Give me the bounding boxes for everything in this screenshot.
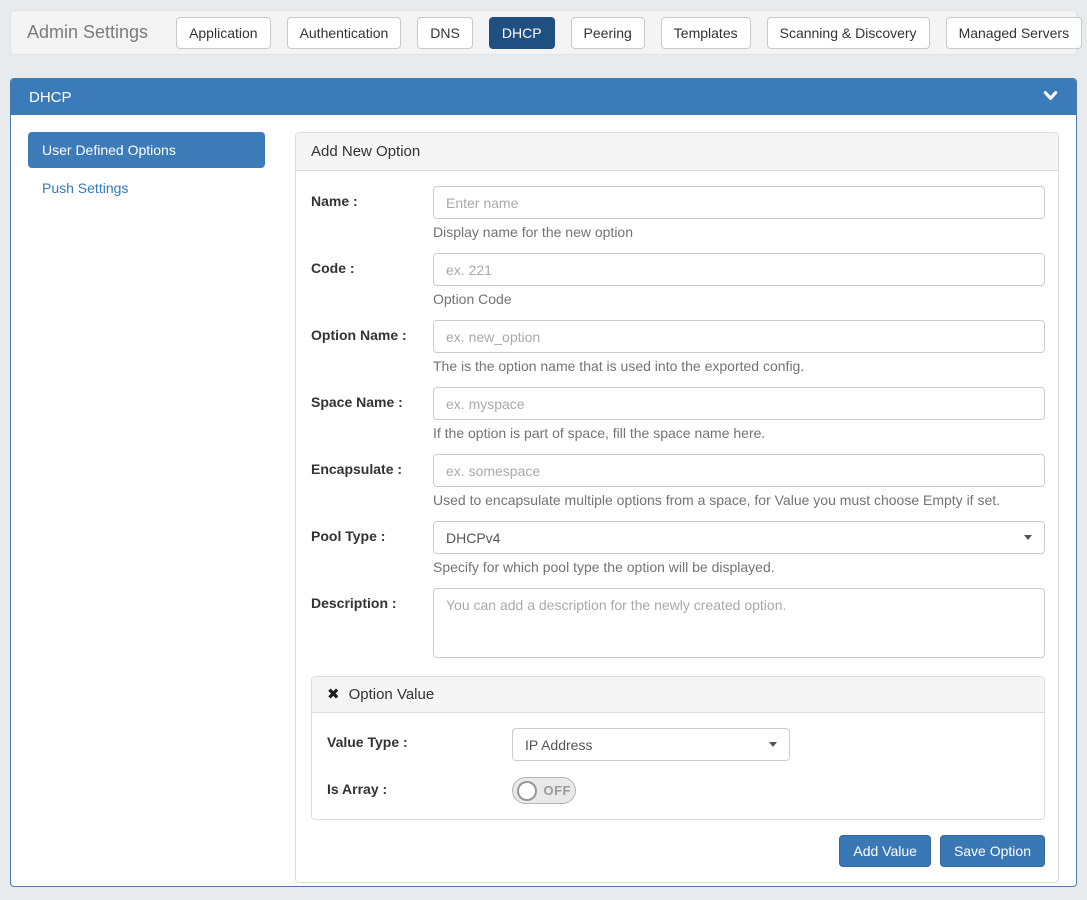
encapsulate-help-text: Used to encapsulate multiple options fro… bbox=[433, 492, 1045, 508]
value-type-selected-value: IP Address bbox=[525, 737, 592, 753]
name-input[interactable] bbox=[433, 186, 1045, 219]
dhcp-sidebar: User Defined Options Push Settings bbox=[28, 132, 265, 883]
add-new-option-panel: Add New Option Name : Display name for t… bbox=[295, 132, 1059, 883]
dhcp-panel: DHCP User Defined Options Push Settings … bbox=[10, 78, 1077, 887]
page-title: Admin Settings bbox=[27, 22, 148, 43]
description-textarea[interactable] bbox=[433, 588, 1045, 658]
tab-application[interactable]: Application bbox=[176, 17, 271, 49]
pool-type-label: Pool Type : bbox=[311, 521, 433, 575]
caret-down-icon bbox=[769, 742, 777, 747]
dhcp-panel-header: DHCP bbox=[11, 79, 1076, 115]
form-row-pool-type: Pool Type : DHCPv4 Specify for which poo… bbox=[311, 521, 1045, 575]
form-row-space-name: Space Name : If the option is part of sp… bbox=[311, 387, 1045, 441]
form-actions: Add Value Save Option bbox=[311, 835, 1045, 867]
form-row-description: Description : bbox=[311, 588, 1045, 663]
save-option-button[interactable]: Save Option bbox=[940, 835, 1045, 867]
add-value-button[interactable]: Add Value bbox=[839, 835, 931, 867]
option-name-label: Option Name : bbox=[311, 320, 433, 374]
dhcp-content: Add New Option Name : Display name for t… bbox=[295, 132, 1059, 883]
option-name-input[interactable] bbox=[433, 320, 1045, 353]
settings-tabs: Application Authentication DNS DHCP Peer… bbox=[176, 17, 1082, 49]
form-row-encapsulate: Encapsulate : Used to encapsulate multip… bbox=[311, 454, 1045, 508]
collapse-panel-button[interactable] bbox=[1043, 89, 1058, 106]
option-value-panel: ✖ Option Value Value Type : IP Address bbox=[311, 676, 1045, 820]
pool-type-select[interactable]: DHCPv4 bbox=[433, 521, 1045, 554]
option-value-header: ✖ Option Value bbox=[312, 677, 1044, 713]
encapsulate-label: Encapsulate : bbox=[311, 454, 433, 508]
tab-dns[interactable]: DNS bbox=[417, 17, 473, 49]
dhcp-panel-title: DHCP bbox=[29, 89, 72, 106]
code-label: Code : bbox=[311, 253, 433, 307]
is-array-toggle[interactable]: OFF bbox=[512, 777, 576, 804]
form-row-name: Name : Display name for the new option bbox=[311, 186, 1045, 240]
option-name-help-text: The is the option name that is used into… bbox=[433, 358, 1045, 374]
tab-scanning-discovery[interactable]: Scanning & Discovery bbox=[767, 17, 930, 49]
tab-peering[interactable]: Peering bbox=[571, 17, 645, 49]
chevron-down-icon bbox=[1043, 89, 1058, 106]
sidebar-item-user-defined-options[interactable]: User Defined Options bbox=[28, 132, 265, 168]
option-value-title: Option Value bbox=[349, 686, 435, 703]
form-row-code: Code : Option Code bbox=[311, 253, 1045, 307]
toggle-state-label: OFF bbox=[544, 783, 572, 798]
add-new-option-title: Add New Option bbox=[296, 133, 1058, 171]
tab-dhcp[interactable]: DHCP bbox=[489, 17, 555, 49]
pool-type-help-text: Specify for which pool type the option w… bbox=[433, 559, 1045, 575]
add-new-option-form: Name : Display name for the new option C… bbox=[296, 171, 1058, 882]
code-help-text: Option Code bbox=[433, 291, 1045, 307]
space-name-help-text: If the option is part of space, fill the… bbox=[433, 425, 1045, 441]
form-row-is-array: Is Array : OFF bbox=[327, 775, 1029, 804]
space-name-input[interactable] bbox=[433, 387, 1045, 420]
admin-settings-header: Admin Settings Application Authenticatio… bbox=[10, 10, 1077, 55]
toggle-knob bbox=[517, 781, 537, 801]
pool-type-selected-value: DHCPv4 bbox=[446, 530, 500, 546]
dhcp-panel-body: User Defined Options Push Settings Add N… bbox=[11, 115, 1076, 900]
tab-managed-servers[interactable]: Managed Servers bbox=[946, 17, 1083, 49]
description-label: Description : bbox=[311, 588, 433, 663]
form-row-option-name: Option Name : The is the option name tha… bbox=[311, 320, 1045, 374]
name-label: Name : bbox=[311, 186, 433, 240]
option-value-body: Value Type : IP Address Is Array : bbox=[312, 713, 1044, 819]
code-input[interactable] bbox=[433, 253, 1045, 286]
caret-down-icon bbox=[1024, 535, 1032, 540]
is-array-label: Is Array : bbox=[327, 775, 512, 797]
value-type-select[interactable]: IP Address bbox=[512, 728, 790, 761]
name-help-text: Display name for the new option bbox=[433, 224, 1045, 240]
tab-templates[interactable]: Templates bbox=[661, 17, 751, 49]
space-name-label: Space Name : bbox=[311, 387, 433, 441]
sidebar-item-push-settings[interactable]: Push Settings bbox=[28, 170, 265, 206]
form-row-value-type: Value Type : IP Address bbox=[327, 728, 1029, 761]
value-type-label: Value Type : bbox=[327, 728, 512, 750]
tab-authentication[interactable]: Authentication bbox=[287, 17, 402, 49]
close-icon[interactable]: ✖ bbox=[327, 687, 340, 702]
encapsulate-input[interactable] bbox=[433, 454, 1045, 487]
